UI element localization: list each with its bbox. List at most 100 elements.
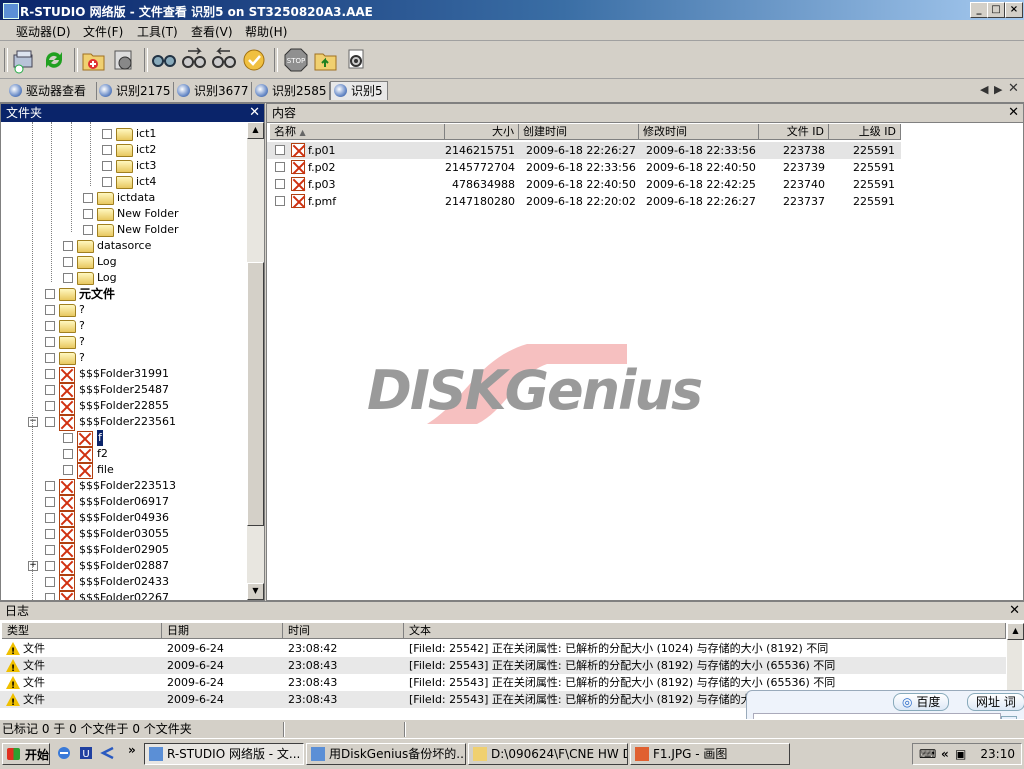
tree-item-checkbox[interactable] (45, 561, 55, 571)
file-checkbox[interactable] (275, 162, 285, 172)
tree-item-checkbox[interactable] (63, 241, 73, 251)
column-file-id[interactable]: 文件 ID (759, 124, 829, 140)
folder-pane-close-icon[interactable]: ✕ (244, 104, 260, 122)
tab-scan-2175[interactable]: 识别2175 (96, 82, 174, 100)
tree-item-checkbox[interactable] (63, 433, 73, 443)
file-row[interactable]: f.p03 478634988 2009-6-18 22:40:50 2009-6-1… (267, 176, 901, 193)
log-pane-close-icon[interactable]: ✕ (1004, 602, 1020, 620)
find-next-icon[interactable] (180, 46, 208, 74)
baidu-search-button[interactable]: ◎ 百度 (893, 693, 950, 711)
file-row[interactable]: f.p02 2145772704 2009-6-18 22:33:56 2009-6-… (267, 159, 901, 176)
tree-item-checkbox[interactable] (45, 289, 55, 299)
tab-scan-3677[interactable]: 识别3677 (174, 82, 252, 100)
log-column-date[interactable]: 日期 (162, 623, 283, 639)
tree-item-checkbox[interactable] (45, 593, 55, 600)
column-modified[interactable]: 修改时间 (639, 124, 759, 140)
tree-item-checkbox[interactable] (45, 529, 55, 539)
find-icon[interactable] (150, 46, 178, 74)
log-column-time[interactable]: 时间 (283, 623, 404, 639)
column-size[interactable]: 大小 (445, 124, 519, 140)
refresh-icon[interactable] (40, 46, 68, 74)
tab-drive-view[interactable]: 驱动器查看 (6, 82, 97, 100)
log-scroll-up-icon[interactable]: ▲ (1007, 623, 1024, 640)
tree-item-checkbox[interactable] (102, 161, 112, 171)
tree-item-checkbox[interactable] (45, 481, 55, 491)
log-column-type[interactable]: 类型 (2, 623, 162, 639)
column-parent-id[interactable]: 上级 ID (829, 124, 901, 140)
preview-icon[interactable] (342, 46, 370, 74)
scroll-thumb[interactable] (247, 262, 264, 526)
tree-item-checkbox[interactable] (45, 305, 55, 315)
tree-item-checkbox[interactable] (102, 145, 112, 155)
tree-item-checkbox[interactable] (45, 417, 55, 427)
log-row[interactable]: 文件 2009-6-24 23:08:42 [FileId: 25542] 正在关闭属… (0, 640, 1006, 661)
taskbar-task[interactable]: F1.JPG - 画图 (630, 743, 790, 765)
tree-item-checkbox[interactable] (63, 449, 73, 459)
file-row[interactable]: f.p01 2146215751 2009-6-18 22:26:27 2009-6-… (267, 142, 901, 159)
baidu-url-button[interactable]: 网址 词 (967, 693, 1024, 711)
tray-expand-icon[interactable]: « (941, 744, 949, 764)
close-button[interactable]: × (1005, 2, 1023, 18)
network-icon[interactable]: ▣ (955, 744, 966, 764)
tree-item-checkbox[interactable] (45, 497, 55, 507)
tree-item-checkbox[interactable] (45, 321, 55, 331)
find-previous-icon[interactable] (210, 46, 238, 74)
scroll-up-icon[interactable]: ▲ (247, 122, 264, 139)
tree-item-checkbox[interactable] (45, 513, 55, 523)
collapse-icon[interactable]: − (28, 417, 38, 427)
tree-item-checkbox[interactable] (102, 129, 112, 139)
quicklaunch-more-icon[interactable]: » (128, 743, 136, 757)
menu-drive[interactable]: 驱动器(D) (16, 23, 71, 40)
tree-item-checkbox[interactable] (83, 225, 93, 235)
tree-item-checkbox[interactable] (83, 193, 93, 203)
maximize-button[interactable]: □ (987, 2, 1005, 18)
tab-scan-5[interactable]: 识别5 (330, 81, 388, 100)
tree-item-checkbox[interactable] (63, 257, 73, 267)
tree-item-checkbox[interactable] (45, 545, 55, 555)
log-column-text[interactable]: 文本 (404, 623, 1006, 639)
show-desktop-icon[interactable] (100, 745, 116, 761)
tree-item-checkbox[interactable] (45, 577, 55, 587)
menu-help[interactable]: 帮助(H) (245, 23, 287, 40)
folder-tree-scrollbar[interactable]: ▲ ▼ (247, 122, 264, 600)
tree-item-checkbox[interactable] (45, 337, 55, 347)
tab-next-arrow-icon[interactable]: ▶ (994, 83, 1002, 96)
tab-close-icon[interactable]: ✕ (1008, 81, 1019, 96)
clock[interactable]: 23:10 (980, 744, 1015, 764)
tree-item-checkbox[interactable] (45, 353, 55, 363)
tree-item-checkbox[interactable] (63, 465, 73, 475)
drive-scan-icon[interactable] (10, 46, 38, 74)
file-checkbox[interactable] (275, 196, 285, 206)
column-created[interactable]: 创建时间 (519, 124, 639, 140)
menu-file[interactable]: 文件(F) (83, 23, 123, 40)
file-checkbox[interactable] (275, 145, 285, 155)
tree-item-checkbox[interactable] (83, 209, 93, 219)
log-row[interactable]: 文件 2009-6-24 23:08:43 [FileId: 25543] 正在关闭属… (0, 657, 1006, 678)
file-checkbox[interactable] (275, 179, 285, 189)
tree-item-checkbox[interactable] (45, 385, 55, 395)
minimize-button[interactable]: _ (970, 2, 988, 18)
column-name[interactable]: 名称 ▲ (270, 124, 445, 140)
menu-tools[interactable]: 工具(T) (137, 23, 178, 40)
tree-item-checkbox[interactable] (45, 401, 55, 411)
app-shortcut-icon[interactable]: U (78, 745, 94, 761)
log-row[interactable]: 文件 2009-6-24 23:08:43 [FileId: 25543] 正在关闭属… (0, 674, 1006, 695)
ie-icon[interactable] (56, 745, 72, 761)
create-region-icon[interactable] (110, 46, 138, 74)
content-pane-close-icon[interactable]: ✕ (1003, 104, 1019, 122)
taskbar-task[interactable]: 用DiskGenius备份坏的... (306, 743, 466, 765)
start-button[interactable]: 开始 (2, 743, 50, 765)
tree-item-checkbox[interactable] (45, 369, 55, 379)
add-image-icon[interactable] (80, 46, 108, 74)
taskbar-task[interactable]: D:\090624\F\CNE HW D... (468, 743, 628, 765)
scroll-down-icon[interactable]: ▼ (247, 583, 264, 600)
open-folder-icon[interactable] (312, 46, 340, 74)
taskbar-task[interactable]: R-STUDIO 网络版 - 文... (144, 743, 304, 765)
menu-view[interactable]: 查看(V) (191, 23, 233, 40)
tree-item-checkbox[interactable] (63, 273, 73, 283)
mark-icon[interactable] (240, 46, 268, 74)
expand-icon[interactable]: + (28, 561, 38, 571)
file-row[interactable]: f.pmf 2147180280 2009-6-18 22:20:02 2009-6-… (267, 193, 901, 210)
tab-scan-2585[interactable]: 识别2585 (252, 82, 330, 100)
stop-icon[interactable]: STOP (282, 46, 310, 74)
